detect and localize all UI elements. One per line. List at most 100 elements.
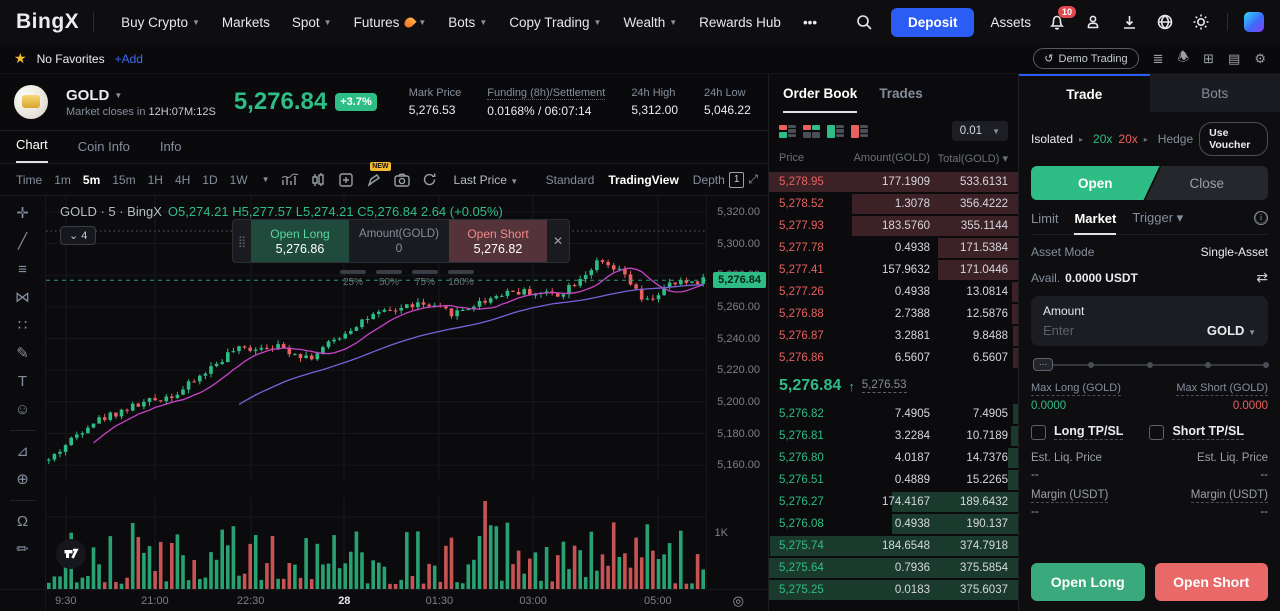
- tradingview-logo[interactable]: [56, 539, 86, 569]
- hedge-mode-label[interactable]: Hedge: [1158, 132, 1193, 146]
- interval-more-caret[interactable]: ▼: [262, 175, 270, 184]
- overlay-open-short-button[interactable]: Open Short 5,276.82: [449, 220, 547, 262]
- orderbook-row[interactable]: 5,277.260.493813.0814: [769, 281, 1018, 303]
- forecast-icon[interactable]: ∷: [18, 318, 28, 333]
- book-layout-bids-icon[interactable]: [827, 125, 844, 138]
- demo-trading-pill[interactable]: ↺ Demo Trading: [1033, 48, 1138, 69]
- order-template-icon[interactable]: [334, 169, 358, 191]
- short-tpsl-checkbox[interactable]: Short TP/SL: [1149, 424, 1244, 440]
- view-standard[interactable]: Standard: [546, 173, 595, 187]
- magnet-icon[interactable]: Ω: [17, 514, 28, 529]
- avatar[interactable]: [1244, 12, 1264, 32]
- leverage-short[interactable]: 20x: [1118, 132, 1137, 146]
- orderbook-row[interactable]: 5,275.250.0183375.6037: [769, 579, 1018, 601]
- info-icon[interactable]: ⓘ: [1254, 211, 1268, 225]
- interval-4h[interactable]: 4H: [169, 171, 196, 189]
- orderbook-row[interactable]: 5,278.521.3078356.4222: [769, 193, 1018, 215]
- bingx-logo[interactable]: BingX: [16, 10, 79, 34]
- channel-icon[interactable]: ≡: [18, 262, 27, 277]
- indicators-collapse-button[interactable]: ⌄ 4: [60, 226, 96, 245]
- calculator-icon[interactable]: ⊞: [1203, 51, 1214, 67]
- asset-mode-value[interactable]: Single-Asset: [1201, 245, 1268, 259]
- journal-icon[interactable]: ▤: [1228, 51, 1240, 67]
- replay-refresh-icon[interactable]: [418, 169, 442, 191]
- orderbook-row[interactable]: 5,276.873.28819.8488: [769, 325, 1018, 347]
- text-tool-icon[interactable]: T: [18, 374, 27, 389]
- amount-input-box[interactable]: Amount Enter GOLD ▼: [1031, 296, 1268, 346]
- order-type-trigger[interactable]: Trigger ▾: [1132, 210, 1183, 226]
- view-tradingview[interactable]: TradingView: [608, 173, 678, 187]
- fullscreen-expand-icon[interactable]: ⤢: [748, 172, 758, 187]
- orderbook-row[interactable]: 5,276.882.738812.5876: [769, 303, 1018, 325]
- trendline-icon[interactable]: ╱: [18, 234, 27, 249]
- volume-chart[interactable]: [46, 497, 706, 589]
- orders-list-icon[interactable]: ≣: [1153, 51, 1164, 67]
- tab-coin-info[interactable]: Coin Info: [78, 139, 130, 163]
- zoom-in-icon[interactable]: ⊕: [16, 472, 29, 487]
- amount-slider[interactable]: ⋯: [1033, 358, 1266, 372]
- open-long-button[interactable]: Open Long: [1031, 563, 1145, 601]
- nav-item-rewards-hub[interactable]: Rewards Hub: [688, 15, 792, 30]
- unit-dropdown[interactable]: GOLD ▼: [1207, 323, 1256, 338]
- nav-item-markets[interactable]: Markets: [211, 15, 281, 30]
- orderbook-row[interactable]: 5,276.080.4938190.137: [769, 513, 1018, 535]
- margin-mode-selector[interactable]: Isolated: [1031, 132, 1073, 146]
- symbol-name[interactable]: GOLD: [66, 87, 109, 104]
- search-icon[interactable]: [855, 12, 875, 32]
- nav-item-buy-crypto[interactable]: Buy Crypto▼: [110, 15, 211, 30]
- book-layout-both-icon[interactable]: [779, 125, 796, 138]
- star-icon[interactable]: ★: [14, 50, 27, 67]
- percent-preset-100[interactable]: 100%: [448, 270, 474, 288]
- open-tab[interactable]: Open: [1031, 166, 1160, 200]
- deposit-button[interactable]: Deposit: [891, 8, 975, 37]
- emoji-icon[interactable]: ☺: [15, 402, 30, 417]
- nav-item-spot[interactable]: Spot▼: [281, 15, 343, 30]
- orderbook-row[interactable]: 5,276.804.018714.7376: [769, 447, 1018, 469]
- add-favorite-button[interactable]: +Add: [115, 52, 143, 66]
- drag-handle[interactable]: ⣿: [233, 220, 251, 262]
- orderbook-row[interactable]: 5,277.41157.9632171.0446: [769, 259, 1018, 281]
- book-layout-asks-icon[interactable]: [851, 125, 868, 138]
- brush-icon[interactable]: ✎: [16, 346, 29, 361]
- interval-1h[interactable]: 1H: [142, 171, 169, 189]
- orderbook-row[interactable]: 5,276.866.56076.5607: [769, 347, 1018, 369]
- nav-item-futures[interactable]: Futures▼: [343, 15, 438, 30]
- nav-item-bots[interactable]: Bots▼: [437, 15, 498, 30]
- globe-language-icon[interactable]: [1155, 12, 1175, 32]
- axis-settings-icon[interactable]: ◎: [733, 593, 744, 609]
- interval-time[interactable]: Time: [10, 171, 48, 189]
- nav-item-[interactable]: •••: [792, 15, 828, 30]
- transfer-swap-icon[interactable]: ⇄: [1256, 269, 1268, 286]
- order-type-market[interactable]: Market: [1074, 211, 1116, 226]
- orderbook-row[interactable]: 5,276.510.488915.2265: [769, 469, 1018, 491]
- orderbook-row[interactable]: 5,277.780.4938171.5384: [769, 237, 1018, 259]
- current-price-row[interactable]: 5,276.84 ↑ 5,276.53: [769, 369, 1018, 403]
- use-voucher-button[interactable]: Use Voucher: [1199, 122, 1268, 156]
- leverage-long[interactable]: 20x: [1093, 132, 1112, 146]
- close-icon[interactable]: ✕: [547, 220, 569, 262]
- user-icon[interactable]: [1083, 12, 1103, 32]
- percent-preset-75[interactable]: 75%: [412, 270, 438, 288]
- interval-1m[interactable]: 1m: [48, 171, 77, 189]
- theme-toggle-icon[interactable]: [1191, 12, 1211, 32]
- screenshot-camera-icon[interactable]: [390, 169, 414, 191]
- percent-preset-50[interactable]: 50%: [376, 270, 402, 288]
- tab-order-book[interactable]: Order Book: [783, 86, 857, 113]
- close-tab[interactable]: Close: [1146, 166, 1268, 200]
- tab-bots[interactable]: Bots: [1150, 74, 1280, 112]
- time-axis[interactable]: ◎ 9:3021:0022:302801:3003:0005:00: [0, 589, 768, 611]
- notifications-bell-icon[interactable]: 10: [1047, 12, 1067, 32]
- nav-item-copy-trading[interactable]: Copy Trading▼: [498, 15, 612, 30]
- tab-chart[interactable]: Chart: [16, 137, 48, 163]
- ruler-icon[interactable]: ⊿: [16, 444, 29, 459]
- long-tpsl-checkbox[interactable]: Long TP/SL: [1031, 424, 1123, 440]
- precision-dropdown[interactable]: 0.01▼: [952, 121, 1008, 141]
- interval-1w[interactable]: 1W: [224, 171, 254, 189]
- book-layout-split-icon[interactable]: [803, 125, 820, 138]
- orderbook-row[interactable]: 5,277.93183.5760355.1144: [769, 215, 1018, 237]
- interval-1d[interactable]: 1D: [196, 171, 223, 189]
- interval-15m[interactable]: 15m: [106, 171, 141, 189]
- orderbook-row[interactable]: 5,275.74184.6548374.7918: [769, 535, 1018, 557]
- chart-canvas-area[interactable]: ✛╱≡⋈∷✎T☺⊿⊕Ω✏ GOLD · 5 · BingXO5,274.21 H…: [0, 196, 768, 611]
- tab-trades[interactable]: Trades: [879, 86, 923, 113]
